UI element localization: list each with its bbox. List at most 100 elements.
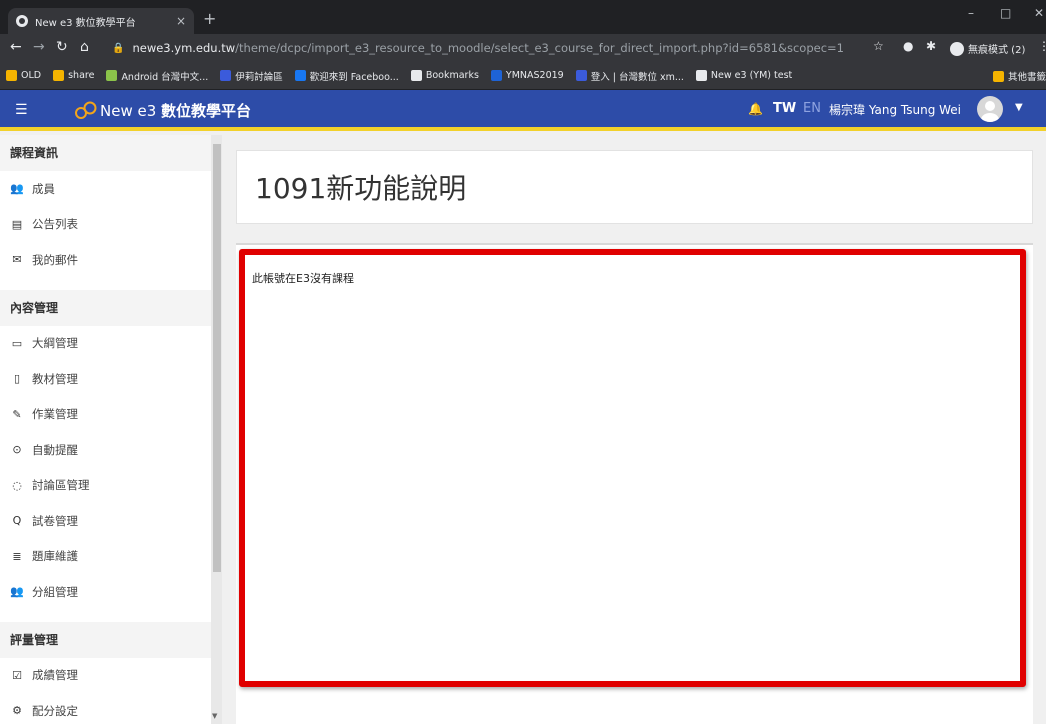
- bookmarks-bar: OLD share Android 台灣中文... 伊莉討論區 歡迎來到 Faceboo…: [0, 62, 1046, 90]
- sidebar-item-icon: ⚙: [12, 704, 22, 718]
- lock-icon: 🔒: [112, 42, 125, 54]
- sidebar-item-icon: ✎: [12, 407, 22, 421]
- sidebar-item-icon: ✉: [12, 253, 22, 267]
- bookmark-item[interactable]: share: [53, 70, 94, 81]
- other-bookmarks[interactable]: 其他書籤: [984, 62, 1046, 89]
- sidebar-item-label: 教材管理: [32, 371, 78, 386]
- reload-icon[interactable]: ↻: [56, 39, 68, 55]
- new-tab-button[interactable]: +: [203, 9, 216, 28]
- sidebar-item[interactable]: ⚙ 配分設定: [0, 693, 211, 724]
- sidebar-item[interactable]: Q 試卷管理: [0, 503, 211, 539]
- incognito-indicator[interactable]: 無痕模式 (2): [950, 41, 1025, 56]
- sidebar-item[interactable]: ◌ 討論區管理: [0, 468, 211, 504]
- sidebar-item[interactable]: ⊙ 自動提醒: [0, 432, 211, 468]
- bookmark-item[interactable]: Android 台灣中文...: [106, 69, 208, 83]
- sidebar-item[interactable]: 👥 分組管理: [0, 574, 211, 610]
- bookmark-icon: [490, 70, 502, 81]
- menu-icon[interactable]: ☰: [15, 102, 28, 118]
- browser-toolbar: ← → ↻ ⌂ 🔒 newe3.ym.edu.tw /theme/dcpc/im…: [0, 34, 1046, 62]
- bookmark-item[interactable]: 歡迎來到 Faceboo...: [294, 69, 399, 83]
- minimize-button[interactable]: –: [968, 6, 974, 20]
- bookmark-star-icon[interactable]: ☆: [873, 39, 884, 53]
- sidebar-item[interactable]: ✉ 我的郵件: [0, 242, 211, 278]
- sidebar-section-title: 評量管理: [0, 621, 211, 658]
- bookmark-item[interactable]: New e3 (YM) test: [695, 70, 793, 81]
- bookmark-item[interactable]: 登入 | 台灣數位 xm...: [575, 69, 684, 83]
- bookmark-icon: [106, 70, 118, 81]
- sidebar-item-label: 題庫維護: [32, 549, 78, 564]
- sidebar: 課程資訊 👥 成員 ▤ 公告列表 ✉ 我的郵件 內容管理 ▭ 大綱管理 ▯ 教材管理 ✎ 作業管理 ⊙ 自動提…: [0, 135, 211, 724]
- sidebar-item-icon: ◌: [12, 478, 22, 492]
- home-icon[interactable]: ⌂: [80, 39, 89, 55]
- bookmark-label: 登入 | 台灣數位 xm...: [590, 71, 684, 83]
- sidebar-item-label: 公告列表: [32, 217, 78, 232]
- bell-icon[interactable]: 🔔: [748, 102, 763, 116]
- back-icon[interactable]: ←: [10, 39, 22, 55]
- highlighted-content-box: 此帳號在E3沒有課程: [239, 249, 1026, 687]
- bookmark-item[interactable]: 伊莉討論區: [220, 69, 283, 83]
- sidebar-item-icon: 👥: [10, 182, 24, 196]
- sidebar-item-label: 試卷管理: [32, 513, 78, 528]
- other-bookmarks-label: 其他書籤: [1007, 72, 1046, 83]
- sidebar-item-icon: ≣: [12, 549, 22, 563]
- sidebar-scroll-thumb[interactable]: [213, 144, 221, 572]
- sidebar-item[interactable]: ▤ 公告列表: [0, 207, 211, 243]
- sidebar-item[interactable]: ▯ 教材管理: [0, 361, 211, 397]
- bookmark-icon: [53, 70, 65, 81]
- brand-bold: 數位教學平台: [161, 102, 252, 120]
- sidebar-item-label: 作業管理: [32, 407, 78, 422]
- sidebar-item-icon: ⊙: [12, 443, 22, 457]
- bookmark-icon: [6, 70, 17, 81]
- scroll-down-arrow-icon[interactable]: ▼: [212, 712, 217, 720]
- bookmark-icon: [695, 70, 707, 81]
- sidebar-item-icon: ▤: [11, 217, 23, 231]
- page-title: 1091新功能說明: [255, 172, 467, 205]
- bookmark-icon: [575, 70, 587, 81]
- brand-title[interactable]: New e3 數位教學平台: [100, 100, 251, 121]
- sidebar-section-title: 課程資訊: [0, 135, 211, 171]
- bookmark-item[interactable]: YMNAS2019: [490, 70, 564, 81]
- user-name[interactable]: 楊宗瑋 Yang Tsung Wei: [829, 101, 961, 118]
- tab-title: New e3 數位教學平台: [35, 17, 136, 29]
- bookmark-label: OLD: [21, 70, 42, 81]
- sidebar-item-icon: Q: [12, 514, 22, 528]
- brand-prefix: New e3: [100, 102, 162, 120]
- menu-kebab-icon[interactable]: ⋮: [1038, 39, 1046, 53]
- chevron-down-icon[interactable]: ▼: [1015, 102, 1023, 113]
- sidebar-item[interactable]: ✎ 作業管理: [0, 397, 211, 433]
- bookmark-label: 歡迎來到 Faceboo...: [309, 71, 399, 83]
- sidebar-item-label: 自動提醒: [32, 442, 78, 457]
- close-window-button[interactable]: ✕: [1034, 6, 1044, 20]
- title-card: 1091新功能說明: [236, 150, 1033, 224]
- bookmark-label: New e3 (YM) test: [710, 70, 793, 81]
- lang-en-link[interactable]: EN: [803, 101, 821, 116]
- browser-tab[interactable]: New e3 數位教學平台 ×: [8, 8, 194, 34]
- extensions-puzzle-icon[interactable]: ✱: [926, 39, 936, 53]
- bookmark-label: share: [68, 70, 95, 81]
- lang-tw-link[interactable]: TW: [773, 101, 796, 116]
- incognito-label: 無痕模式 (2): [968, 45, 1026, 56]
- globe-icon: [16, 15, 28, 27]
- tab-close-icon[interactable]: ×: [176, 14, 186, 28]
- site-header: ☰ New e3 數位教學平台 🔔 TW EN 楊宗瑋 Yang Tsung W…: [0, 90, 1046, 131]
- address-bar[interactable]: 🔒 newe3.ym.edu.tw /theme/dcpc/import_e3_…: [112, 37, 852, 59]
- avatar[interactable]: [977, 96, 1003, 122]
- extension-icon[interactable]: ●: [903, 39, 913, 53]
- sidebar-item[interactable]: ☑ 成績管理: [0, 658, 211, 694]
- bookmark-item[interactable]: OLD: [6, 70, 41, 81]
- folder-icon: [992, 70, 1004, 82]
- sidebar-item-label: 成績管理: [32, 668, 78, 683]
- sidebar-item-icon: 👥: [10, 585, 24, 599]
- sidebar-item[interactable]: ≣ 題庫維護: [0, 539, 211, 575]
- maximize-button[interactable]: □: [1000, 6, 1011, 20]
- bookmark-icon: [410, 70, 422, 81]
- sidebar-item-label: 配分設定: [32, 703, 78, 718]
- bookmark-icon: [220, 70, 232, 81]
- sidebar-item-label: 成員: [32, 181, 55, 196]
- forward-icon[interactable]: →: [33, 39, 45, 55]
- sidebar-item[interactable]: 👥 成員: [0, 171, 211, 207]
- url-host: newe3.ym.edu.tw: [132, 41, 236, 55]
- bookmark-item[interactable]: Bookmarks: [410, 70, 479, 81]
- sidebar-item[interactable]: ▭ 大綱管理: [0, 326, 211, 362]
